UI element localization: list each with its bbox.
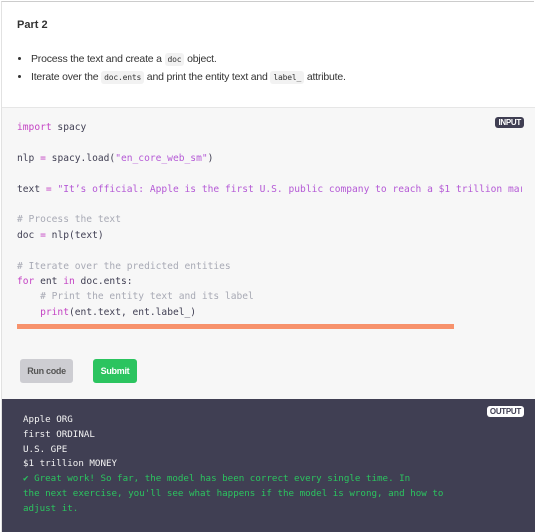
horizontal-scrollbar[interactable] (17, 324, 454, 329)
output-text: Apple ORG first ORDINAL U.S. GPE $1 tril… (23, 414, 444, 514)
instruction-item: Iterate over the doc.ents and print the … (31, 68, 346, 86)
code-input[interactable]: import spacy nlp = spacy.load("en_core_w… (17, 120, 522, 320)
output-badge: OUTPUT (486, 406, 524, 417)
output-panel: OUTPUT Apple ORG first ORDINAL U.S. GPE … (2, 399, 535, 532)
instruction-item: Process the text and create a doc object… (31, 50, 346, 68)
instructions-list: Process the text and create a doc object… (17, 50, 346, 86)
submit-button[interactable]: Submit (93, 359, 137, 383)
code-editor[interactable]: INPUT import spacy nlp = spacy.load("en_… (2, 107, 535, 399)
run-code-button[interactable]: Run code (20, 359, 73, 383)
success-feedback: ✔ Great work! So far, the model has been… (23, 473, 444, 514)
section-title: Part 2 (17, 19, 48, 31)
inline-code: doc (164, 53, 185, 66)
inline-code: label_ (270, 71, 305, 84)
inline-code: doc.ents (101, 71, 145, 84)
